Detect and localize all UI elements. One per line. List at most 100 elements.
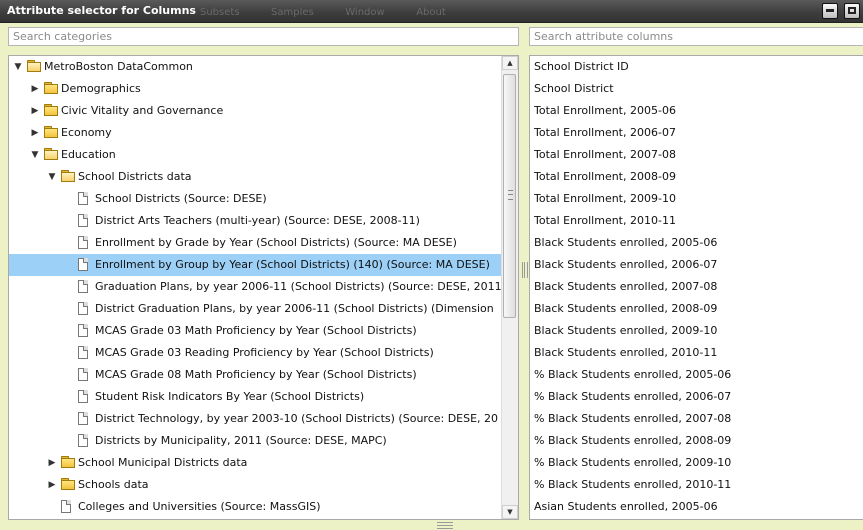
folder-icon: [61, 456, 75, 468]
attribute-item[interactable]: Black Students enrolled, 2005-06: [534, 232, 717, 254]
attribute-item[interactable]: Total Enrollment, 2009-10: [534, 188, 676, 210]
tree-item-row[interactable]: MCAS Grade 03 Math Proficiency by Year (…: [9, 320, 502, 342]
folder-icon: [61, 478, 75, 490]
attribute-item[interactable]: Total Enrollment, 2008-09: [534, 166, 676, 188]
expand-right-icon[interactable]: ▶: [30, 100, 40, 122]
minimize-button[interactable]: [822, 3, 838, 19]
folder-icon: [44, 104, 58, 116]
tree-scrollbar[interactable]: ▲ ▼: [501, 56, 518, 519]
tree-item-label: MetroBoston DataCommon: [44, 60, 193, 73]
expand-down-icon[interactable]: ▼: [30, 144, 40, 166]
attribute-item[interactable]: Black Students enrolled, 2010-11: [534, 342, 717, 364]
scroll-thumb[interactable]: [503, 74, 516, 318]
attribute-item[interactable]: Black Students enrolled, 2009-10: [534, 320, 717, 342]
document-icon: [78, 214, 88, 227]
tree-item-row[interactable]: Enrollment by Group by Year (School Dist…: [9, 254, 502, 276]
tree-folder-row[interactable]: ▼ Education: [9, 144, 502, 166]
tree-item-row[interactable]: Districts by Municipality, 2011 (Source:…: [9, 430, 502, 452]
folder-open-icon: [27, 60, 41, 72]
tree-item-label: MCAS Grade 03 Math Proficiency by Year (…: [95, 324, 417, 337]
tree-item-label: Schools data: [78, 478, 149, 491]
attribute-item[interactable]: Total Enrollment, 2006-07: [534, 122, 676, 144]
tree-item-label: Enrollment by Grade by Year (School Dist…: [95, 236, 457, 249]
attribute-item[interactable]: % Black Students enrolled, 2006-07: [534, 386, 731, 408]
attribute-item[interactable]: % Black Students enrolled, 2005-06: [534, 364, 731, 386]
category-tree[interactable]: ▼ MetroBoston DataCommon ▶ Demographics ▶ Civ…: [8, 55, 519, 520]
tree-item-label: School Municipal Districts data: [78, 456, 248, 469]
attribute-item[interactable]: School District: [534, 78, 614, 100]
attribute-item[interactable]: School District ID: [534, 56, 629, 78]
tree-folder-row[interactable]: ▶ Economy: [9, 122, 502, 144]
tree-item-row[interactable]: Student Risk Indicators By Year (School …: [9, 386, 502, 408]
tree-item-row[interactable]: Graduation Plans, by year 2006-11 (Schoo…: [9, 276, 506, 298]
document-icon: [78, 192, 88, 205]
tree-folder-row[interactable]: ▼ MetroBoston DataCommon: [9, 56, 502, 78]
document-icon: [61, 500, 71, 513]
expand-right-icon[interactable]: ▶: [30, 122, 40, 144]
document-icon: [78, 346, 88, 359]
attribute-item[interactable]: Black Students enrolled, 2006-07: [534, 254, 717, 276]
tree-item-row[interactable]: School Districts (Source: DESE): [9, 188, 502, 210]
tree-folder-row[interactable]: ▼ School Districts data: [9, 166, 502, 188]
search-categories-input[interactable]: [8, 27, 519, 46]
scroll-down-button[interactable]: ▼: [502, 505, 518, 519]
document-icon: [78, 434, 88, 447]
folder-icon: [44, 82, 58, 94]
expand-down-icon[interactable]: ▼: [13, 56, 23, 78]
tree-item-label: MCAS Grade 08 Math Proficiency by Year (…: [95, 368, 417, 381]
document-icon: [78, 390, 88, 403]
attribute-item[interactable]: Black Students enrolled, 2007-08: [534, 276, 717, 298]
tree-item-label: Demographics: [61, 82, 141, 95]
minimize-icon: [826, 9, 834, 12]
expand-down-icon[interactable]: ▼: [47, 166, 57, 188]
tree-folder-row[interactable]: ▶ School Municipal Districts data: [9, 452, 502, 474]
grip-icon: [508, 190, 513, 200]
horizontal-splitter[interactable]: [437, 522, 453, 529]
ghost-menu-about: About: [416, 7, 446, 18]
search-attributes-input[interactable]: [529, 27, 863, 46]
maximize-button[interactable]: [844, 3, 860, 19]
folder-open-icon: [44, 148, 58, 160]
ghost-menu: Subsets Samples Window About: [200, 5, 474, 18]
attribute-item[interactable]: % Black Students enrolled, 2010-11: [534, 474, 731, 496]
window-title: Attribute selector for Columns: [7, 4, 196, 17]
vertical-splitter[interactable]: [522, 262, 528, 278]
tree-folder-row[interactable]: ▶ Demographics: [9, 78, 502, 100]
tree-item-label: Enrollment by Group by Year (School Dist…: [95, 258, 490, 271]
attribute-item[interactable]: % Black Students enrolled, 2008-09: [534, 430, 731, 452]
expand-right-icon[interactable]: ▶: [30, 78, 40, 100]
scroll-up-icon: ▲: [507, 59, 513, 67]
attribute-item[interactable]: % Black Students enrolled, 2007-08: [534, 408, 731, 430]
tree-item-row[interactable]: Enrollment by Grade by Year (School Dist…: [9, 232, 502, 254]
tree-item-row[interactable]: District Technology, by year 2003-10 (Sc…: [9, 408, 502, 430]
tree-item-row[interactable]: District Graduation Plans, by year 2006-…: [9, 298, 502, 320]
tree-item-row[interactable]: District Arts Teachers (multi-year) (Sou…: [9, 210, 502, 232]
attribute-list[interactable]: School District ID School District Total E…: [529, 55, 863, 520]
attribute-item[interactable]: Total Enrollment, 2010-11: [534, 210, 676, 232]
attribute-item[interactable]: % Black Students enrolled, 2009-10: [534, 452, 731, 474]
document-icon: [78, 412, 88, 425]
attribute-item[interactable]: Total Enrollment, 2007-08: [534, 144, 676, 166]
document-icon: [78, 368, 88, 381]
attribute-item[interactable]: Black Students enrolled, 2008-09: [534, 298, 717, 320]
tree-item-label: Education: [61, 148, 116, 161]
tree-item-row[interactable]: Colleges and Universities (Source: MassG…: [9, 496, 502, 518]
document-icon: [78, 280, 88, 293]
document-icon: [78, 324, 88, 337]
tree-item-label: School Districts (Source: DESE): [95, 192, 267, 205]
expand-right-icon[interactable]: ▶: [47, 452, 57, 474]
document-icon: [78, 258, 88, 271]
tree-item-label: MCAS Grade 03 Reading Proficiency by Yea…: [95, 346, 434, 359]
attribute-item[interactable]: Total Enrollment, 2005-06: [534, 100, 676, 122]
scroll-up-button[interactable]: ▲: [502, 56, 518, 70]
tree-item-row[interactable]: MCAS Grade 08 Math Proficiency by Year (…: [9, 364, 502, 386]
window-titlebar: Attribute selector for Columns Subsets S…: [0, 0, 863, 23]
tree-item-label: Civic Vitality and Governance: [61, 104, 224, 117]
tree-item-row[interactable]: MCAS Grade 03 Reading Proficiency by Yea…: [9, 342, 502, 364]
tree-item-label: District Graduation Plans, by year 2006-…: [95, 302, 494, 315]
tree-folder-row[interactable]: ▶ Schools data: [9, 474, 502, 496]
attribute-item[interactable]: Asian Students enrolled, 2005-06: [534, 496, 718, 518]
tree-item-label: District Technology, by year 2003-10 (Sc…: [95, 412, 499, 425]
expand-right-icon[interactable]: ▶: [47, 474, 57, 496]
tree-folder-row[interactable]: ▶ Civic Vitality and Governance: [9, 100, 502, 122]
